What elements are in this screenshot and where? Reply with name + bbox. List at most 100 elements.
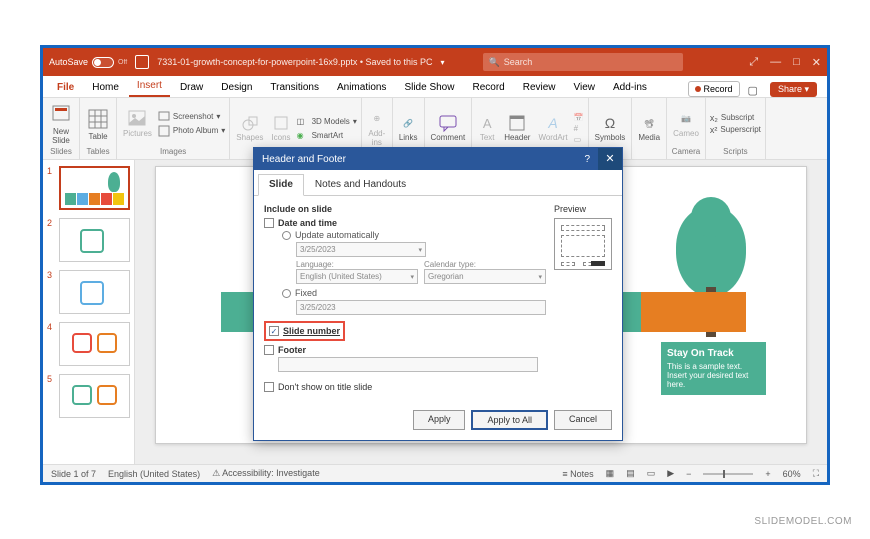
media-button[interactable]: 📽Media (636, 114, 662, 142)
icons-button[interactable]: Icons (269, 114, 292, 142)
autosave-toggle[interactable]: AutoSave Off (49, 57, 127, 68)
record-button[interactable]: Record (688, 81, 740, 97)
dialog-tabs: Slide Notes and Handouts (254, 170, 622, 196)
tab-review[interactable]: Review (515, 78, 564, 97)
tab-slideshow[interactable]: Slide Show (396, 78, 462, 97)
smartart-button[interactable]: ◉SmartArt (297, 129, 357, 141)
maximize-icon[interactable]: □ (793, 56, 800, 69)
view-sorter-icon[interactable]: ▤ (626, 468, 635, 479)
accessibility-status[interactable]: ⚠ Accessibility: Investigate (212, 468, 320, 479)
share-button[interactable]: Share ▾ (770, 82, 817, 97)
notes-button[interactable]: ≡ Notes (562, 469, 593, 479)
tab-insert[interactable]: Insert (129, 76, 170, 97)
zoom-value[interactable]: 60% (783, 469, 801, 479)
document-title: 7331-01-growth-concept-for-powerpoint-16… (157, 57, 432, 67)
table-button[interactable]: Table (84, 107, 112, 141)
callout-box: Stay On Track This is a sample text. Ins… (661, 342, 766, 395)
thumbnail-5[interactable]: 5 (47, 374, 130, 418)
3d-models-button[interactable]: ◫3D Models ▾ (297, 115, 357, 127)
pictures-button[interactable]: Pictures (121, 110, 154, 138)
chevron-down-icon[interactable]: ▾ (441, 58, 445, 67)
subscript-button[interactable]: x₂ Subscript (710, 113, 761, 123)
fixed-radio[interactable]: Fixed (282, 288, 546, 298)
tab-draw[interactable]: Draw (172, 78, 211, 97)
search-placeholder: Search (504, 57, 533, 67)
close-icon[interactable]: ✕ (812, 56, 821, 69)
photo-album-button[interactable]: Photo Album ▾ (158, 125, 225, 137)
date-combo[interactable]: 3/25/2023▾ (296, 242, 426, 257)
zoom-slider[interactable] (703, 473, 753, 475)
view-slideshow-icon[interactable]: ▶ (667, 468, 674, 479)
calendar-combo[interactable]: Gregorian▾ (424, 269, 546, 284)
slide-number-icon[interactable]: # (574, 124, 584, 133)
title-bar: AutoSave Off 7331-01-growth-concept-for-… (43, 48, 827, 76)
date-time-icon[interactable]: 📅 (574, 113, 584, 122)
thumbnail-4[interactable]: 4 (47, 322, 130, 366)
minimize-icon[interactable]: — (770, 56, 781, 69)
dialog-tab-notes[interactable]: Notes and Handouts (304, 174, 417, 195)
view-normal-icon[interactable]: ▦ (606, 468, 615, 479)
language-label: Language: (296, 260, 418, 269)
callout-body: This is a sample text. Insert your desir… (667, 362, 760, 389)
autosave-state: Off (118, 59, 127, 66)
wordart-button[interactable]: AWordArt (536, 114, 569, 142)
zoom-out-icon[interactable]: − (686, 469, 691, 479)
ribbon-options-icon[interactable]: ⤢ (749, 56, 758, 69)
toggle-icon (92, 57, 114, 68)
tab-file[interactable]: File (49, 78, 82, 97)
update-auto-radio[interactable]: Update automatically (282, 230, 546, 240)
slide-number-checkbox[interactable]: Slide number (269, 326, 340, 336)
dialog-tab-slide[interactable]: Slide (258, 174, 304, 196)
symbols-button[interactable]: ΩSymbols (593, 114, 628, 142)
superscript-button[interactable]: x² Superscript (710, 125, 761, 135)
date-time-checkbox[interactable]: Date and time (264, 218, 546, 228)
language-status[interactable]: English (United States) (108, 469, 200, 479)
new-slide-button[interactable]: New Slide (47, 102, 75, 145)
fit-icon[interactable]: ⛶ (813, 468, 819, 479)
cameo-button[interactable]: 📷Cameo (671, 110, 701, 138)
thumbnail-2[interactable]: 2 (47, 218, 130, 262)
comment-button[interactable]: Comment (429, 114, 468, 142)
save-icon[interactable] (135, 55, 149, 69)
links-button[interactable]: 🔗Links (397, 114, 420, 142)
tab-home[interactable]: Home (84, 78, 127, 97)
watermark: SLIDEMODEL.COM (754, 516, 852, 527)
view-reading-icon[interactable]: ▭ (647, 468, 656, 479)
footer-checkbox[interactable]: Footer (264, 345, 546, 355)
language-combo[interactable]: English (United States)▾ (296, 269, 418, 284)
dialog-titlebar: Header and Footer ? ✕ (254, 148, 622, 170)
dont-show-checkbox[interactable]: Don't show on title slide (264, 382, 546, 392)
apply-button[interactable]: Apply (413, 410, 466, 430)
close-dialog-icon[interactable]: ✕ (598, 148, 622, 170)
calendar-type-label: Calendar type: (424, 260, 546, 269)
header-footer-button[interactable]: Header (502, 114, 532, 142)
cancel-button[interactable]: Cancel (554, 410, 612, 430)
callout-title: Stay On Track (667, 348, 760, 359)
screenshot-button[interactable]: Screenshot ▾ (158, 111, 225, 123)
object-icon[interactable]: ▭ (574, 135, 584, 144)
text-button[interactable]: AText (476, 114, 498, 142)
addins-button[interactable]: ⊕Add- ins (366, 110, 388, 147)
include-on-slide-label: Include on slide (264, 204, 546, 214)
preview-thumbnail (554, 218, 612, 270)
help-icon[interactable]: ? (584, 154, 590, 165)
apply-to-all-button[interactable]: Apply to All (471, 410, 548, 430)
tab-design[interactable]: Design (213, 78, 260, 97)
search-input[interactable]: 🔍 Search (483, 53, 683, 71)
tab-record[interactable]: Record (464, 78, 512, 97)
ribbon-tabs: File Home Insert Draw Design Transitions… (43, 76, 827, 98)
dialog-title: Header and Footer (262, 154, 346, 165)
thumbnail-3[interactable]: 3 (47, 270, 130, 314)
thumbnail-1[interactable]: 1 (47, 166, 130, 210)
tab-transitions[interactable]: Transitions (262, 78, 327, 97)
shapes-button[interactable]: Shapes (234, 114, 265, 142)
zoom-in-icon[interactable]: + (765, 469, 770, 479)
fixed-input[interactable]: 3/25/2023 (296, 300, 546, 315)
tab-animations[interactable]: Animations (329, 78, 394, 97)
tab-view[interactable]: View (566, 78, 604, 97)
footer-input[interactable] (278, 357, 538, 372)
present-icon[interactable]: ▢ (748, 84, 758, 97)
preview-label: Preview (554, 204, 612, 214)
slide-counter[interactable]: Slide 1 of 7 (51, 469, 96, 479)
tab-addins[interactable]: Add-ins (605, 78, 655, 97)
